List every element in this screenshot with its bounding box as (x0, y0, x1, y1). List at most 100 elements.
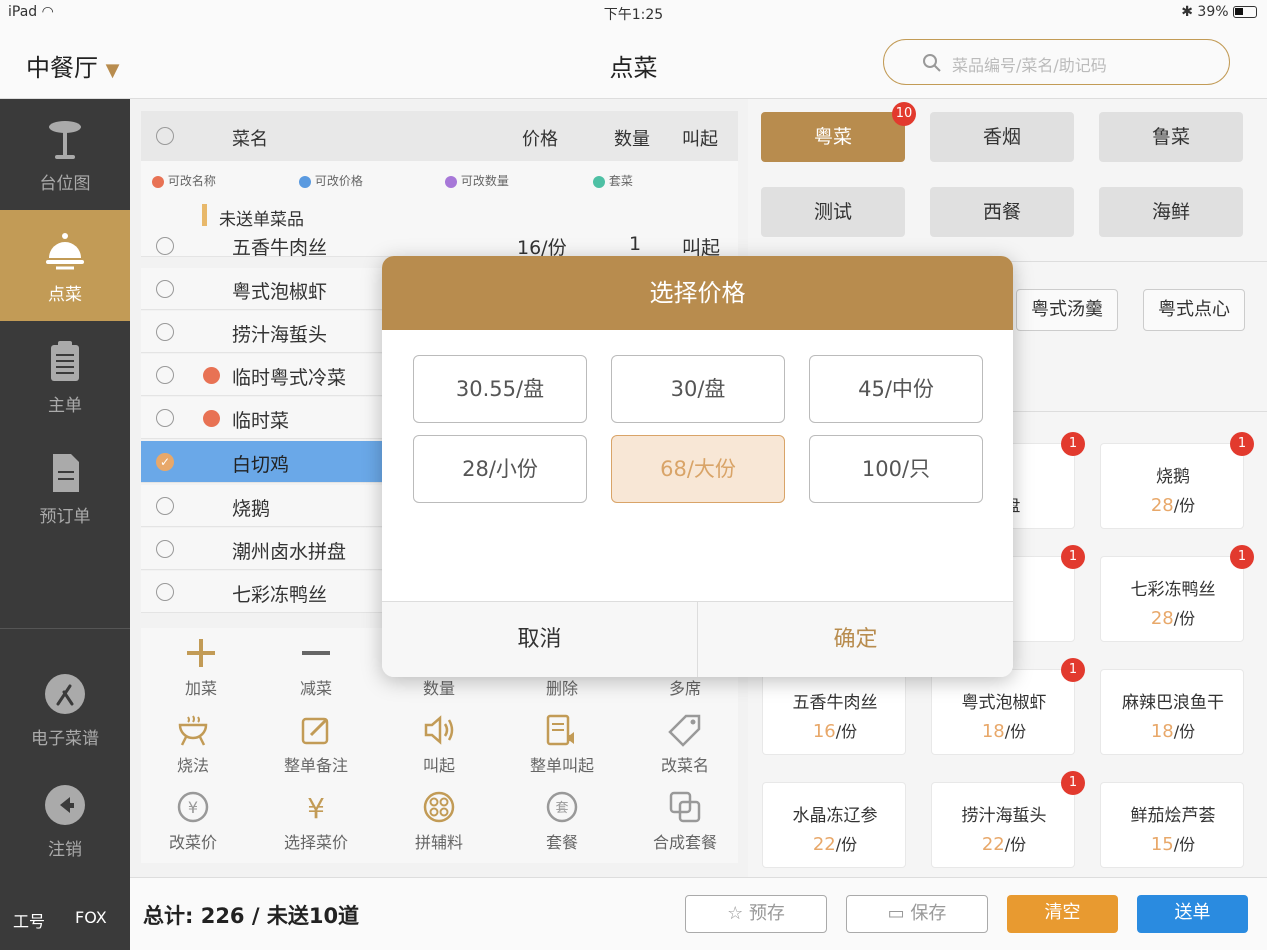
back-icon (45, 785, 85, 825)
call-up-all-button[interactable]: 整单叫起 (502, 705, 622, 782)
search-input[interactable]: 菜品编号/菜名/助记码 (883, 39, 1230, 85)
battery-icon (1233, 6, 1257, 18)
set-meal-button[interactable]: 套 套餐 (502, 782, 622, 859)
price-option[interactable]: 100/只 (809, 435, 983, 503)
set-dot-icon (593, 175, 605, 188)
category-seafood[interactable]: 海鲜 (1099, 187, 1243, 237)
category-cantonese[interactable]: 粤菜 (761, 112, 905, 162)
legend-reprice: 可改价格 (299, 172, 363, 189)
price-option[interactable]: 30/盘 (611, 355, 785, 423)
sidebar-item-main-order[interactable]: 主单 (0, 321, 130, 432)
row-radio[interactable] (156, 497, 174, 515)
battery-status: ✱ 39% (1181, 4, 1257, 20)
sidebar-item-reservations[interactable]: 预订单 (0, 432, 130, 543)
category-badge: 10 (892, 102, 916, 126)
price-option[interactable]: 30.55/盘 (413, 355, 587, 423)
side-ingredients-button[interactable]: 拼辅料 (379, 782, 499, 859)
dish-card[interactable]: 七彩冻鸭丝 28/份 (1100, 556, 1244, 642)
section-marker (202, 204, 207, 226)
table-icon (49, 121, 81, 159)
clipboard-icon (51, 341, 79, 381)
clear-button[interactable]: 清空 (1007, 895, 1118, 933)
row-radio[interactable] (156, 237, 174, 255)
bluetooth-icon: ✱ (1181, 4, 1193, 20)
category-western[interactable]: 西餐 (930, 187, 1074, 237)
grill-icon (178, 715, 208, 746)
dish-card[interactable]: 烧鹅 28/份 (1100, 443, 1244, 529)
sidebar-item-table-map[interactable]: 台位图 (0, 99, 130, 210)
svg-text:¥: ¥ (188, 798, 198, 817)
svg-text:套: 套 (555, 800, 568, 816)
set-circle-icon: 套 (546, 791, 578, 823)
dish-card[interactable]: 麻辣巴浪鱼干 18/份 (1100, 669, 1244, 755)
prestore-button[interactable]: ☆ 预存 (685, 895, 827, 933)
dish-card[interactable]: 五香牛肉丝 16/份 (762, 669, 906, 755)
order-total: 总计: 226 / 未送10道 (143, 904, 360, 928)
dish-card[interactable]: 粤式泡椒虾 18/份 (931, 669, 1075, 755)
row-radio[interactable] (156, 540, 174, 558)
dish-name: 五香牛肉丝 (232, 237, 328, 257)
app-header: 中餐厅 ▼ 点菜 菜品编号/菜名/助记码 (0, 26, 1267, 99)
category-test[interactable]: 测试 (761, 187, 905, 237)
tag-icon (203, 367, 220, 384)
check-icon[interactable]: ✓ (156, 453, 174, 471)
price-option[interactable]: 28/小份 (413, 435, 587, 503)
subcategory-soup[interactable]: 粤式汤羹 (1016, 289, 1118, 331)
sidebar-item-logout[interactable]: 注销 (0, 765, 130, 876)
select-price-button[interactable]: ¥ 选择菜价 (256, 782, 376, 859)
utensils-icon (45, 674, 85, 714)
row-radio[interactable] (156, 323, 174, 341)
dish-name: 临时菜 (232, 410, 290, 432)
dish-card[interactable]: 鲜茄烩芦荟 15/份 (1100, 782, 1244, 868)
dish-name: 烧鹅 (232, 498, 271, 520)
document-icon (53, 454, 79, 492)
footer-bar: 总计: 226 / 未送10道 ☆ 预存 ▭ 保存 清空 送单 (130, 877, 1267, 950)
row-radio[interactable] (156, 366, 174, 384)
select-all-radio[interactable] (156, 127, 174, 145)
overlap-squares-icon (669, 791, 701, 823)
call-up-button[interactable]: 叫起 (379, 705, 499, 782)
sidebar-divider (0, 628, 130, 629)
dish-card[interactable]: 水晶冻辽参 22/份 (762, 782, 906, 868)
search-icon (923, 54, 941, 72)
status-bar: iPad ◠ 下午1:25 ✱ 39% (0, 0, 1267, 26)
sidebar-item-order[interactable]: 点菜 (0, 210, 130, 321)
table-row[interactable]: 五香牛肉丝 16/份 1 叫起 (141, 233, 738, 257)
remove-dish-button[interactable]: 减菜 (256, 628, 376, 705)
row-radio[interactable] (156, 583, 174, 601)
dish-card[interactable]: 捞汁海蜇头 22/份 (931, 782, 1075, 868)
document-speaker-icon (546, 714, 574, 746)
sidebar-item-e-menu[interactable]: 电子菜谱 (0, 654, 130, 765)
change-price-button[interactable]: ¥ 改菜价 (133, 782, 253, 859)
star-icon: ☆ (727, 903, 744, 924)
combine-set-button[interactable]: 合成套餐 (625, 782, 745, 859)
worker-label: 工号 (13, 912, 46, 931)
worker-info: 工号 FOX (0, 888, 130, 950)
category-shandong[interactable]: 鲁菜 (1099, 112, 1243, 162)
cancel-button[interactable]: 取消 (382, 602, 697, 677)
col-price: 价格 (522, 129, 558, 150)
dish-name: 捞汁海蜇头 (232, 324, 328, 346)
category-cigarettes[interactable]: 香烟 (930, 112, 1074, 162)
yen-circle-icon: ¥ (177, 791, 209, 823)
send-order-button[interactable]: 送单 (1137, 895, 1248, 933)
confirm-button[interactable]: 确定 (698, 602, 1013, 677)
dish-name: 白切鸡 (232, 454, 290, 476)
add-dish-button[interactable]: 加菜 (141, 628, 261, 705)
row-radio[interactable] (156, 409, 174, 427)
save-button[interactable]: ▭ 保存 (846, 895, 988, 933)
sidebar: 台位图 点菜 主单 预订单 电子菜谱 注销 (0, 99, 130, 950)
yen-icon: ¥ (307, 792, 325, 824)
dish-badge: 1 (1230, 545, 1254, 569)
dish-badge: 1 (1061, 771, 1085, 795)
order-note-button[interactable]: 整单备注 (256, 705, 376, 782)
dish-name: 粤式泡椒虾 (232, 281, 328, 303)
subcategory-dimsum[interactable]: 粤式点心 (1143, 289, 1245, 331)
rename-dish-button[interactable]: 改菜名 (625, 705, 745, 782)
row-radio[interactable] (156, 280, 174, 298)
price-option-selected[interactable]: 68/大份 (611, 435, 785, 503)
dish-badge: 1 (1061, 658, 1085, 682)
order-table-header: 菜名 价格 数量 叫起 (141, 111, 738, 161)
cooking-method-button[interactable]: 烧法 (133, 705, 253, 782)
price-option[interactable]: 45/中份 (809, 355, 983, 423)
